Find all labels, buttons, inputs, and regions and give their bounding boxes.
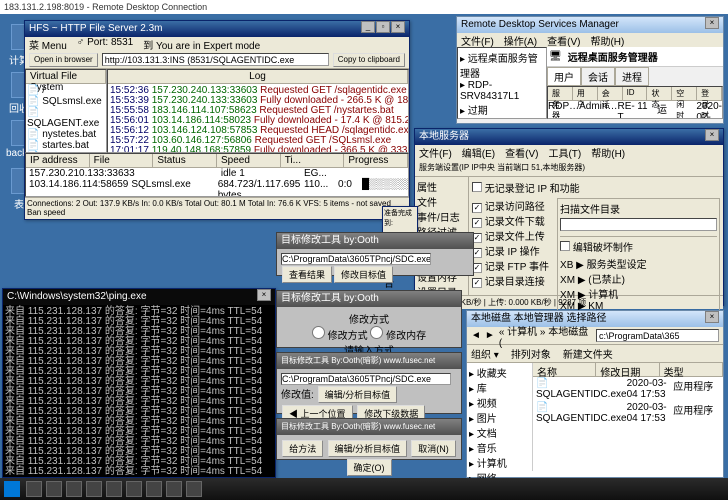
- taskbar-item[interactable]: [86, 481, 102, 497]
- rdc-titlebar: 183.131.2.198:8019 - Remote Desktop Conn…: [0, 0, 728, 14]
- taskbar-item[interactable]: [146, 481, 162, 497]
- hfs-conn-list[interactable]: 157.230.210.133:33633idle 1EG...103.14.1…: [26, 168, 408, 197]
- mod-target-button[interactable]: 修改目标值: [334, 266, 393, 283]
- rdsm-rows[interactable]: RDP…Admin…RE-T…11运行中2020-02-0…RDP…ivs1…R…: [548, 101, 722, 119]
- explorer-path-input[interactable]: [596, 329, 719, 342]
- rdsm-tabs[interactable]: 用户会话进程: [547, 67, 723, 86]
- ath-tool-bottom[interactable]: 目标修改工具 By:Ooth(暗影) www.fusec.net 给方法 编辑/…: [276, 418, 462, 460]
- taskbar-item[interactable]: [186, 481, 202, 497]
- hfs-statusbar: Connections: 2 Out: 137.9 KB/s In: 0.0 K…: [25, 197, 409, 218]
- taskbar[interactable]: [0, 478, 728, 500]
- taskbar-item[interactable]: [26, 481, 42, 497]
- start-button[interactable]: [4, 481, 20, 497]
- rdsm-title: Remote Desktop Services Manager: [461, 17, 619, 33]
- scan-path-input[interactable]: [560, 218, 717, 231]
- taskbar-item[interactable]: [106, 481, 122, 497]
- back-icon[interactable]: ◄: [471, 330, 481, 341]
- open-browser-button[interactable]: Open in browser: [29, 53, 98, 67]
- ath-tool-modes[interactable]: 目标修改工具 by:Ooth 修改方式 修改方式 修改内存 请输入方式: [276, 290, 462, 348]
- checkbox-icon[interactable]: [472, 182, 482, 192]
- ath-path-input[interactable]: [281, 253, 431, 265]
- copy-clipboard-button[interactable]: Copy to clipboard: [333, 53, 405, 67]
- vfs-tree[interactable]: 📄 /📄 SQLsmsl.exe📄 SQLAGENT.exe📄 nystetes…: [26, 84, 106, 153]
- log-header: Log: [108, 70, 408, 83]
- vfs-header: Virtual File System: [26, 70, 106, 83]
- view-result-button[interactable]: 查看结果: [282, 266, 332, 283]
- rdsm-columns: 服务器用户会话ID状态空闲时间登录时间: [548, 87, 722, 101]
- close-icon[interactable]: ×: [391, 21, 405, 33]
- taskbar-item[interactable]: [66, 481, 82, 497]
- ath-tool-big[interactable]: 目标修改工具 By:Ooth(暗影) www.fusec.net 修改值: 编辑…: [276, 352, 462, 414]
- mode-radio-1[interactable]: [312, 326, 325, 339]
- explorer-columns: 名称修改日期类型: [533, 363, 723, 377]
- hfs-log: 15:52:36 157.230.240.133:33603 Requested…: [108, 84, 408, 153]
- hfs-titlebar[interactable]: HFS ~ HTTP File Server 2.3m _▫×: [25, 21, 409, 37]
- ath-big-path[interactable]: [281, 373, 451, 385]
- fwd-icon[interactable]: ►: [485, 330, 495, 341]
- hfs-url-input[interactable]: [102, 53, 329, 66]
- computer-icon: 🖥: [549, 51, 562, 62]
- close-icon[interactable]: ×: [705, 311, 719, 323]
- maximize-icon[interactable]: ▫: [376, 21, 390, 33]
- close-icon[interactable]: ×: [257, 289, 271, 301]
- close-icon[interactable]: ×: [705, 17, 719, 29]
- scan-label: 扫描文件目录: [560, 201, 717, 216]
- taskbar-item[interactable]: [126, 481, 142, 497]
- explorer-files[interactable]: 📄 SQLAGENTIDC.exe2020-03-04 17:53应用程序📄 S…: [533, 377, 723, 425]
- cmd-output: 来自 115.231.128.137 的答复: 字节=32 时间=4ms TTL…: [3, 305, 275, 479]
- explorer-tree[interactable]: ▸ 收藏夹▸ 库▸ 视频▸ 图片▸ 文档▸ 音乐▸ 计算机▸ 网络▸ 子 千世象: [467, 363, 533, 471]
- hfs-urlbar: Open in browser Copy to clipboard: [25, 51, 409, 69]
- rdsm-menubar[interactable]: 文件(F)操作(A)查看(V)帮助(H): [457, 33, 723, 47]
- taskbar-item[interactable]: [46, 481, 62, 497]
- explorer-window[interactable]: 本地磁盘 本地管理器 选择路径× ◄► « 计算机 » 本地磁盘 ( 组织 ▾排…: [466, 310, 724, 478]
- local-menubar[interactable]: 文件(F)编辑(E)查看(V)工具(T)帮助(H): [415, 145, 723, 159]
- rdsm-header: 远程桌面服务管理器: [568, 49, 658, 64]
- minimize-icon[interactable]: _: [361, 21, 375, 33]
- close-icon[interactable]: ×: [705, 129, 719, 141]
- taskbar-item[interactable]: [166, 481, 182, 497]
- hfs-menubar[interactable]: 菜 Menu ♂ Port: 8531 到 You are in Expert …: [25, 37, 409, 51]
- hfs-window[interactable]: HFS ~ HTTP File Server 2.3m _▫× 菜 Menu ♂…: [24, 20, 410, 220]
- rdsm-tree[interactable]: ▸ 远程桌面服务管理器▸ RDP-SRV84317L1▸ 过期: [457, 47, 547, 119]
- hfs-conn-header: IP addressFileStatusSpeedTi...Progress: [26, 154, 408, 168]
- local-title: 本地服务器: [419, 129, 469, 145]
- mode-radio-2[interactable]: [370, 326, 383, 339]
- ath-tool-1[interactable]: 目标修改工具 by:Ooth 查看结果修改目标值: [276, 232, 474, 276]
- cmd-window[interactable]: C:\Windows\system32\ping.exe× 来自 115.231…: [2, 288, 276, 478]
- local-toolbar[interactable]: 服务端设置(IP IP中央 当前端口 51,本地服务器): [415, 159, 723, 177]
- rdsm-window[interactable]: Remote Desktop Services Manager × 文件(F)操作…: [456, 16, 724, 124]
